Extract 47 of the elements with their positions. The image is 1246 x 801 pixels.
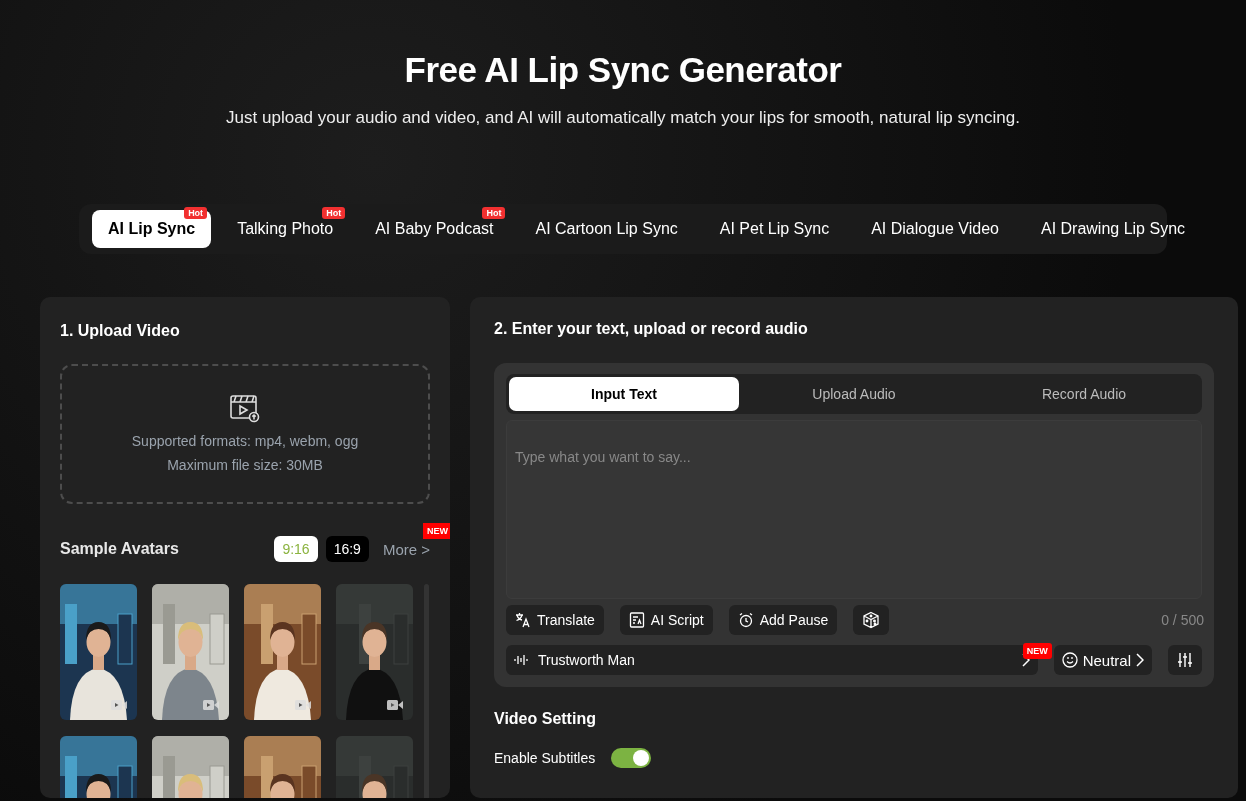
video-dropzone[interactable]: Supported formats: mp4, webm, ogg Maximum file size: 30MB — [60, 364, 430, 504]
tab[interactable]: AI Dialogue Video — [855, 210, 1015, 248]
formats-text: Supported formats: mp4, webm, ogg — [131, 433, 359, 449]
file-size-text: Maximum file size: 30MB — [167, 457, 323, 473]
tab[interactable]: AI Cartoon Lip Sync — [519, 210, 694, 248]
aspect-ratio-option[interactable]: 16:9 — [325, 536, 369, 562]
section-heading: Sample Avatars — [60, 540, 180, 558]
input-mode-tab[interactable]: Record Audio — [969, 377, 1199, 411]
section-heading: Video Setting — [494, 710, 597, 728]
settings-button[interactable] — [1168, 645, 1202, 675]
pause-button[interactable]: Add Pause — [728, 605, 838, 635]
text-input-field[interactable]: Type what you want to say... — [506, 420, 1202, 599]
dice-icon — [862, 611, 881, 629]
video-upload-icon — [230, 395, 260, 423]
sliders-icon — [1177, 652, 1193, 668]
section-heading: 2. Enter your text, upload or record audio — [494, 320, 809, 338]
tab[interactable]: AI Drawing Lip Sync — [1024, 210, 1202, 248]
character-counter: 0 / 500 — [1161, 612, 1204, 628]
subtitles-label: Enable Subtitles — [494, 750, 596, 766]
section-heading: 1. Upload Video — [60, 322, 181, 340]
sound-wave-icon — [514, 654, 528, 666]
translate-button[interactable]: Translate — [506, 605, 604, 635]
tab[interactable]: AI Pet Lip Sync — [703, 210, 846, 248]
alarm-clock-icon — [737, 612, 754, 628]
page-title: Free AI Lip Sync Generator — [404, 50, 842, 90]
chevron-right-icon — [1136, 653, 1144, 667]
document-icon — [628, 612, 645, 628]
video-camera-icon — [387, 700, 403, 710]
input-mode-tab[interactable]: Upload Audio — [739, 377, 969, 411]
subtitles-toggle[interactable] — [611, 748, 652, 768]
hot-badge: Hot — [322, 207, 346, 219]
smiley-icon — [1061, 652, 1078, 668]
input-mode-tab[interactable]: Input Text — [509, 377, 739, 411]
video-camera-icon — [111, 700, 127, 710]
new-badge: NEW — [1022, 643, 1052, 659]
script-button[interactable]: AI Script — [619, 605, 713, 635]
video-camera-icon — [295, 700, 311, 710]
new-badge: NEW — [423, 522, 450, 539]
hot-badge: Hot — [482, 207, 506, 219]
text-input-panel[interactable]: Input Text Upload Audio Record Audio Type what you want to say... Translate AI Script Add Pause 0 / 500 Trustworth Man NEW Neutral — [494, 363, 1214, 687]
translate-icon — [515, 612, 531, 628]
emotion-selector[interactable]: Neutral — [1053, 645, 1152, 675]
hot-badge: Hot — [184, 207, 208, 219]
more-link[interactable]: More > — [376, 536, 430, 562]
random-button[interactable] — [853, 605, 890, 635]
page-subtitle: Just upload your audio and video, and AI will automatically match your lips for smooth, natural lip syncing. — [226, 108, 1020, 128]
video-camera-icon — [203, 700, 219, 710]
